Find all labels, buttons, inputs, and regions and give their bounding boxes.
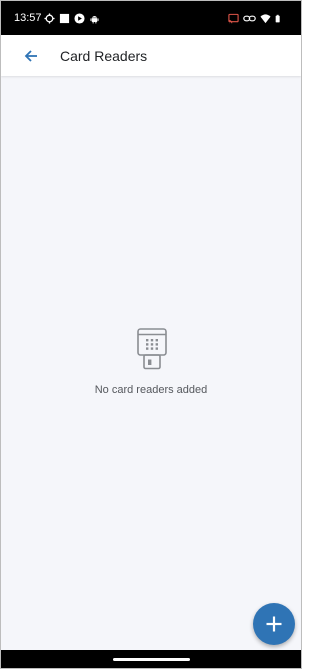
- battery-icon: [275, 14, 280, 22]
- plus-icon: [266, 616, 282, 632]
- add-card-reader-button[interactable]: [253, 603, 295, 645]
- link-icon: [243, 15, 256, 21]
- sync-icon: [44, 12, 55, 24]
- empty-state-message: No card readers added: [94, 384, 208, 396]
- app-bar: Card Readers: [1, 35, 301, 76]
- card-reader-icon: [137, 328, 167, 370]
- play-icon: [74, 12, 85, 24]
- app-screen: 13:57 Card Readers No card readers added: [0, 0, 302, 669]
- android-icon: [90, 15, 99, 23]
- arrow-back-icon: [24, 50, 37, 62]
- home-gesture-handle[interactable]: [113, 658, 190, 661]
- cast-icon: [228, 13, 239, 24]
- page-title: Card Readers: [60, 48, 148, 64]
- navigation-bar: [1, 650, 301, 668]
- status-time: 13:57: [14, 12, 42, 24]
- status-icons-right: [228, 11, 283, 25]
- back-button[interactable]: [17, 43, 45, 69]
- square-icon: [59, 13, 70, 23]
- wifi-icon: [260, 13, 271, 23]
- status-icons-left: [44, 11, 100, 25]
- status-bar: 13:57: [1, 1, 301, 35]
